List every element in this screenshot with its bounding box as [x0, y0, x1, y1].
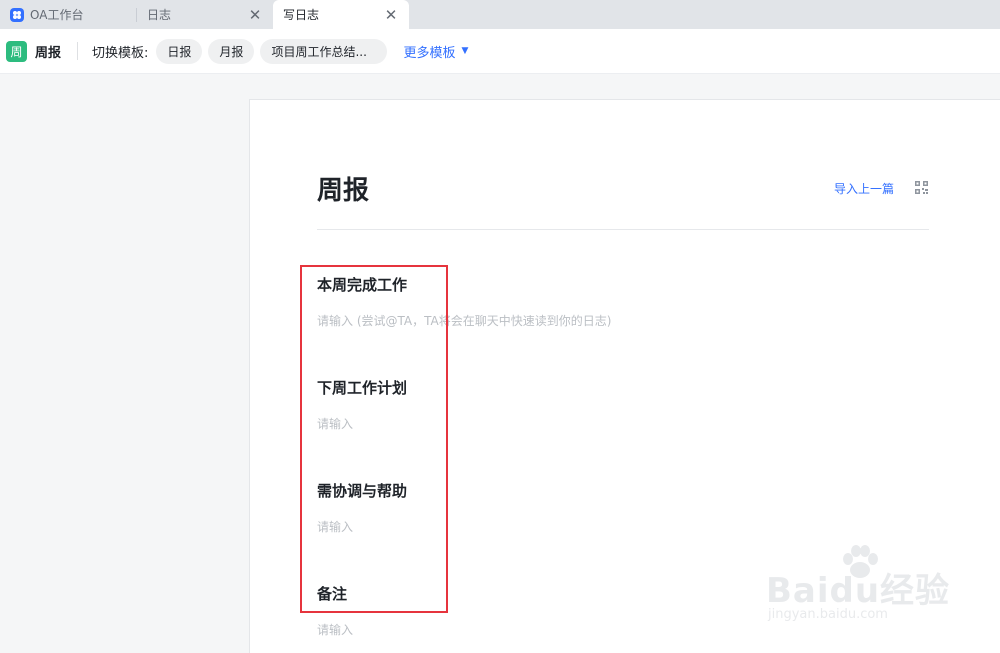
annotation-highlight-box: [300, 265, 448, 613]
template-chip-project-weekly[interactable]: 项目周工作总结...: [260, 38, 388, 64]
template-chip-monthly[interactable]: 月报: [208, 38, 255, 64]
switch-template-label: 切换模板:: [92, 45, 149, 61]
qr-code-icon[interactable]: [915, 181, 928, 194]
title-divider: [317, 229, 929, 230]
close-icon[interactable]: ✕: [383, 6, 399, 24]
tab-bar: OA工作台 日志 ✕ 写日志 ✕: [0, 0, 1000, 29]
watermark-url: jingyan.baidu.com: [768, 607, 888, 622]
close-icon[interactable]: ✕: [247, 6, 263, 24]
caret-down-icon: ▼: [461, 46, 469, 56]
tab-label: 写日志: [283, 8, 320, 22]
tab-label: 日志: [147, 8, 172, 22]
section-input-notes[interactable]: 请输入: [317, 621, 353, 638]
page-title: 周报: [317, 176, 370, 206]
baidu-watermark: Baidu经验 jingyan.baidu.com: [750, 545, 990, 635]
more-templates-label: 更多模板: [403, 45, 456, 61]
watermark-brand: Baidu经验: [766, 571, 951, 611]
doc-name: 周报: [35, 45, 62, 61]
oa-app-icon: [10, 7, 24, 22]
tab-oa-workbench[interactable]: OA工作台: [0, 0, 136, 29]
tab-log[interactable]: 日志 ✕: [137, 0, 273, 29]
more-templates-button[interactable]: 更多模板 ▼: [403, 42, 468, 61]
tab-label: OA工作台: [30, 8, 84, 22]
divider: [77, 42, 79, 60]
tab-write-log[interactable]: 写日志 ✕: [273, 0, 409, 29]
template-chip-daily[interactable]: 日报: [156, 38, 203, 64]
weekly-report-badge: 周: [6, 40, 27, 62]
template-toolbar: 周 周报 切换模板: 日报 月报 项目周工作总结... 更多模板 ▼: [0, 29, 1000, 74]
import-previous-link[interactable]: 导入上一篇: [834, 180, 894, 197]
